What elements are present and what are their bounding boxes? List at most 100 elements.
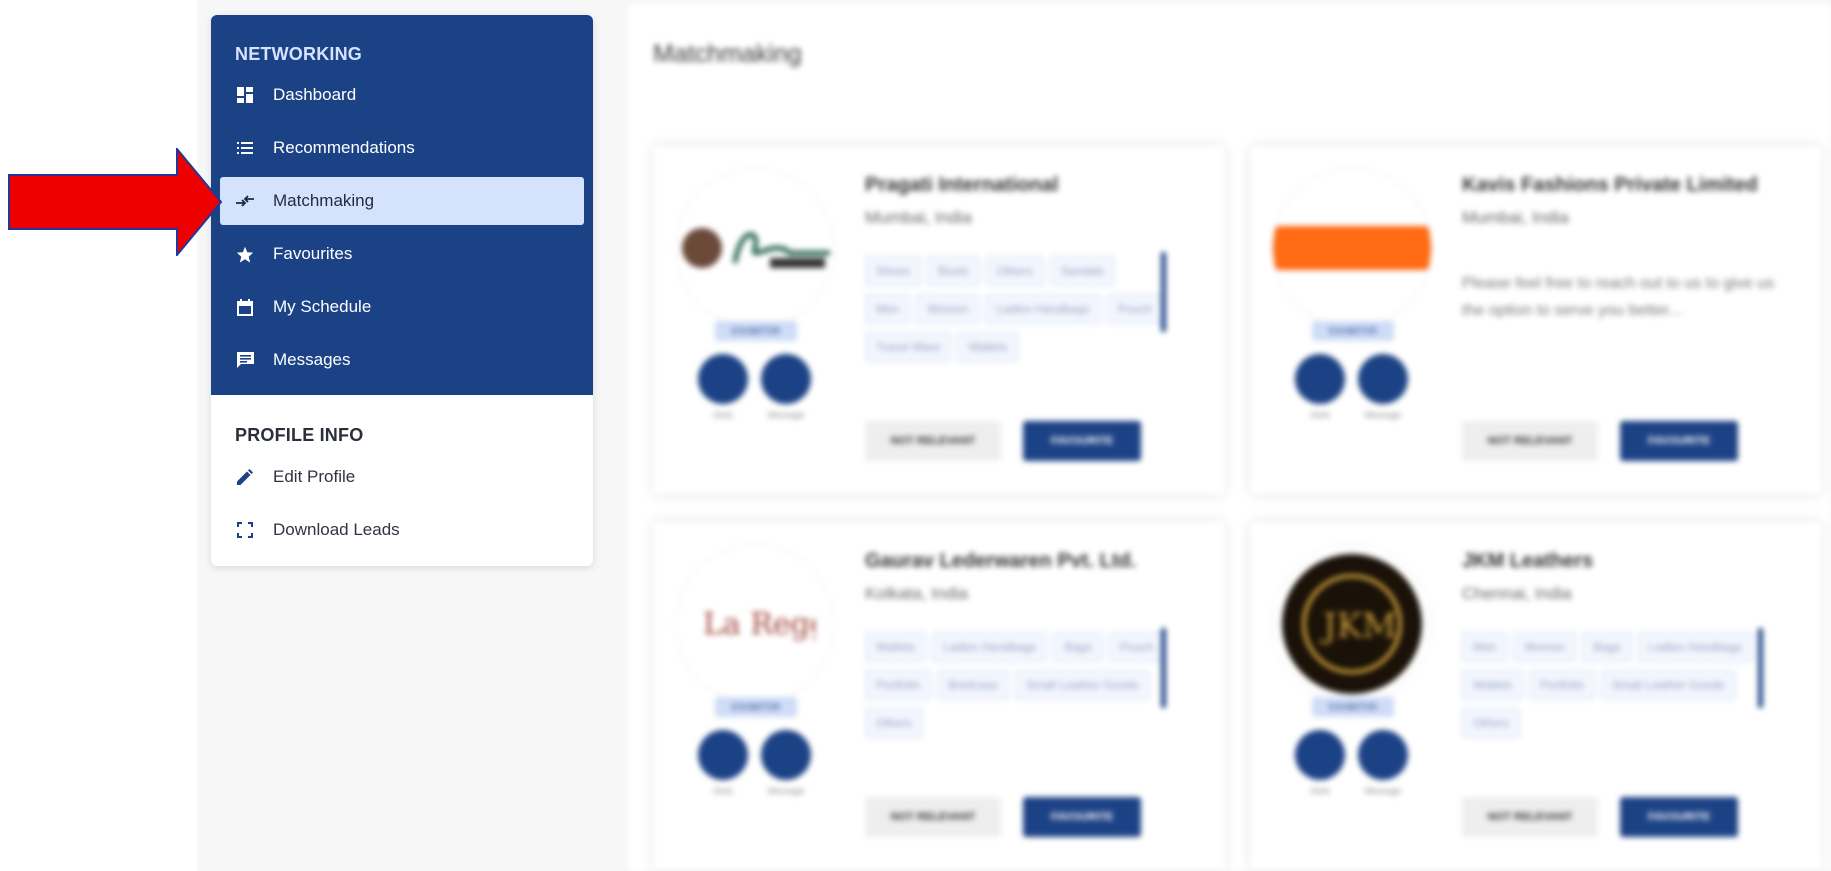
- exhibitor-badge: EXHIBITOR: [1312, 697, 1394, 717]
- tag: Sandals: [1049, 256, 1116, 286]
- sidebar-item-download-leads[interactable]: Download Leads: [220, 506, 584, 554]
- tag: Wallets: [865, 632, 926, 662]
- message-button[interactable]: [761, 354, 811, 404]
- exhibitor-card[interactable]: EXHIBITOR Slots Message Kavis Fashions P…: [1250, 146, 1822, 494]
- tag-list: Wallets Ladies Handbags Bags Pouch Portf…: [865, 632, 1165, 738]
- tag: Men: [1462, 632, 1508, 662]
- slots-label: Slots: [1309, 410, 1330, 420]
- tag: Men: [865, 294, 911, 324]
- slots-button[interactable]: [1295, 354, 1345, 404]
- sidebar-item-edit-profile[interactable]: Edit Profile: [220, 453, 584, 501]
- sidebar-item-label: Matchmaking: [273, 191, 375, 210]
- tag: Women: [916, 294, 980, 324]
- message-label: Message: [1364, 786, 1402, 796]
- message-label: Message: [767, 410, 805, 420]
- tag: Small Leather Goods: [1015, 670, 1150, 700]
- company-name: Pragati International: [865, 174, 1059, 196]
- main-content: Matchmaking EXHIBITOR Slots Message Prag…: [628, 4, 1831, 871]
- slots-label: Slots: [712, 410, 733, 420]
- exhibitor-card[interactable]: JKM EXHIBITOR Slots Message JKM Leathers…: [1250, 522, 1822, 870]
- tag: Travel Ware: [865, 332, 952, 362]
- company-name: Gaurav Lederwaren Pvt. Ltd.: [865, 550, 1137, 572]
- tag: Small Leather Goods: [1600, 670, 1736, 700]
- tag-scrollbar[interactable]: [1758, 628, 1763, 708]
- sidebar-item-label: Dashboard: [273, 85, 357, 104]
- exhibitor-badge: EXHIBITOR: [715, 321, 797, 341]
- message-button[interactable]: [1358, 354, 1408, 404]
- message-button[interactable]: [761, 730, 811, 780]
- tag: Others: [985, 256, 1044, 286]
- tag: Bags: [1582, 632, 1632, 662]
- company-location: Kolkata, India: [865, 584, 969, 603]
- sidebar-item-messages[interactable]: Messages: [220, 336, 584, 384]
- company-name: Kavis Fashions Private Limited: [1462, 174, 1758, 196]
- sidebar: NETWORKING Dashboard Recommendations Mat…: [211, 15, 593, 566]
- profile-info-section: PROFILE INFO Edit Profile Download Leads: [211, 395, 593, 554]
- dashboard-icon: [235, 85, 255, 105]
- slots-label: Slots: [712, 786, 733, 796]
- tag: Wallets: [957, 332, 1019, 362]
- tag: Briefcase: [937, 670, 1010, 700]
- company-name: JKM Leathers: [1462, 550, 1594, 572]
- sidebar-item-label: Favourites: [273, 244, 353, 263]
- calendar-icon: [235, 297, 255, 317]
- not-relevant-button[interactable]: NOT RELEVANT: [865, 421, 1001, 461]
- slots-button[interactable]: [698, 730, 748, 780]
- tag-list: Men Women Bags Ladies Handbags Wallets P…: [1462, 632, 1762, 738]
- company-description: Please feel free to reach out to us to g…: [1462, 275, 1775, 319]
- sidebar-item-label: Download Leads: [273, 520, 400, 539]
- tag: Pouch: [1106, 294, 1163, 324]
- slots-button[interactable]: [1295, 730, 1345, 780]
- star-icon: [235, 244, 255, 264]
- message-icon: [235, 350, 255, 370]
- favourite-button[interactable]: FAVOURITE: [1023, 421, 1141, 461]
- exhibitor-card[interactable]: EXHIBITOR Slots Message Pragati Internat…: [653, 146, 1225, 494]
- svg-text:La Reggia: La Reggia: [703, 607, 815, 642]
- not-relevant-button[interactable]: NOT RELEVANT: [1462, 421, 1598, 461]
- slots-button[interactable]: [698, 354, 748, 404]
- networking-heading: NETWORKING: [235, 44, 362, 64]
- favourite-button[interactable]: FAVOURITE: [1620, 421, 1738, 461]
- sidebar-item-matchmaking[interactable]: Matchmaking: [220, 177, 584, 225]
- favourite-button[interactable]: FAVOURITE: [1620, 797, 1738, 837]
- sidebar-item-my-schedule[interactable]: My Schedule: [220, 283, 584, 331]
- tag: Others: [865, 708, 924, 738]
- tag-scrollbar[interactable]: [1161, 252, 1166, 332]
- page-title: Matchmaking: [653, 40, 802, 68]
- networking-section: NETWORKING Dashboard Recommendations Mat…: [211, 15, 593, 395]
- tag: Ladies Handbags: [985, 294, 1101, 324]
- svg-text:JKM: JKM: [1320, 606, 1397, 646]
- company-location: Chennai, India: [1462, 584, 1572, 603]
- tag: Pouch: [1108, 632, 1165, 662]
- sidebar-item-label: Edit Profile: [273, 467, 356, 486]
- tag: Others: [1462, 708, 1521, 738]
- favourite-button[interactable]: FAVOURITE: [1023, 797, 1141, 837]
- sidebar-item-dashboard[interactable]: Dashboard: [220, 71, 584, 119]
- not-relevant-button[interactable]: NOT RELEVANT: [1462, 797, 1598, 837]
- company-logo: JKM: [1272, 544, 1432, 704]
- profile-info-heading: PROFILE INFO: [235, 425, 364, 445]
- sidebar-item-label: Recommendations: [273, 138, 415, 157]
- message-label: Message: [767, 786, 805, 796]
- pointer-arrow-icon: [8, 148, 222, 256]
- sidebar-item-favourites[interactable]: Favourites: [220, 230, 584, 278]
- tag: Ladies Handbags: [931, 632, 1048, 662]
- compare-arrows-icon: [235, 191, 255, 211]
- slots-label: Slots: [1309, 786, 1330, 796]
- tag: Women: [1513, 632, 1577, 662]
- tag: Shoes: [865, 256, 922, 286]
- company-location: Mumbai, India: [1462, 208, 1569, 227]
- company-location: Mumbai, India: [865, 208, 972, 227]
- message-button[interactable]: [1358, 730, 1408, 780]
- tag-list: Shoes Boots Others Sandals Men Women Lad…: [865, 256, 1165, 362]
- tag: Portfolio: [865, 670, 932, 700]
- sidebar-item-label: Messages: [273, 350, 351, 369]
- sidebar-item-recommendations[interactable]: Recommendations: [220, 124, 584, 172]
- not-relevant-button[interactable]: NOT RELEVANT: [865, 797, 1001, 837]
- tag: Portfolio: [1528, 670, 1595, 700]
- tag: Wallets: [1462, 670, 1523, 700]
- exhibitor-card[interactable]: La Reggia EXHIBITOR Slots Message Gaurav…: [653, 522, 1225, 870]
- sidebar-item-label: My Schedule: [273, 297, 372, 316]
- tag-scrollbar[interactable]: [1161, 628, 1166, 708]
- fullscreen-icon: [235, 520, 255, 540]
